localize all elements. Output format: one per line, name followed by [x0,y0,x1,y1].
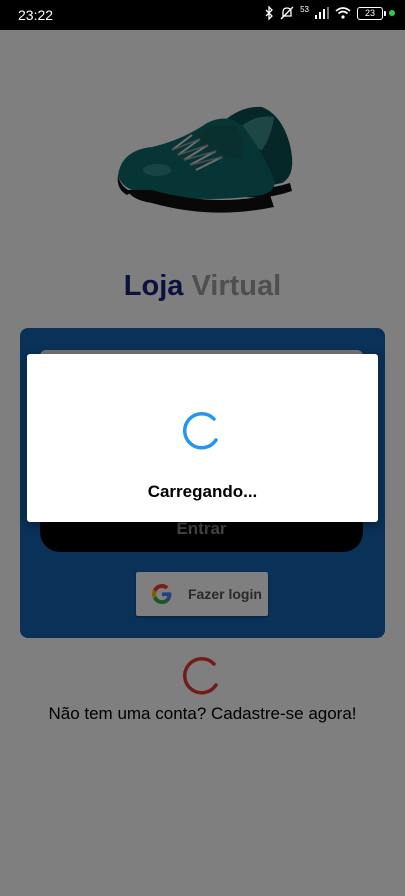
wifi-icon [335,7,351,19]
status-time: 23:22 [18,7,54,23]
battery-icon: 23 [357,6,386,20]
privacy-dot-icon [389,10,395,16]
status-bar: 23:22 53 23 [0,0,405,30]
loading-message: Carregando... [147,482,258,501]
signal-icon [315,7,329,19]
status-icons: 53 23 [264,6,395,20]
loading-spinner-icon [182,412,218,450]
mute-icon [280,6,294,20]
bluetooth-icon [264,6,274,20]
battery-level: 23 [364,8,375,18]
loading-dialog: Carregando... [27,354,378,522]
network-speed: 53 [300,5,309,14]
